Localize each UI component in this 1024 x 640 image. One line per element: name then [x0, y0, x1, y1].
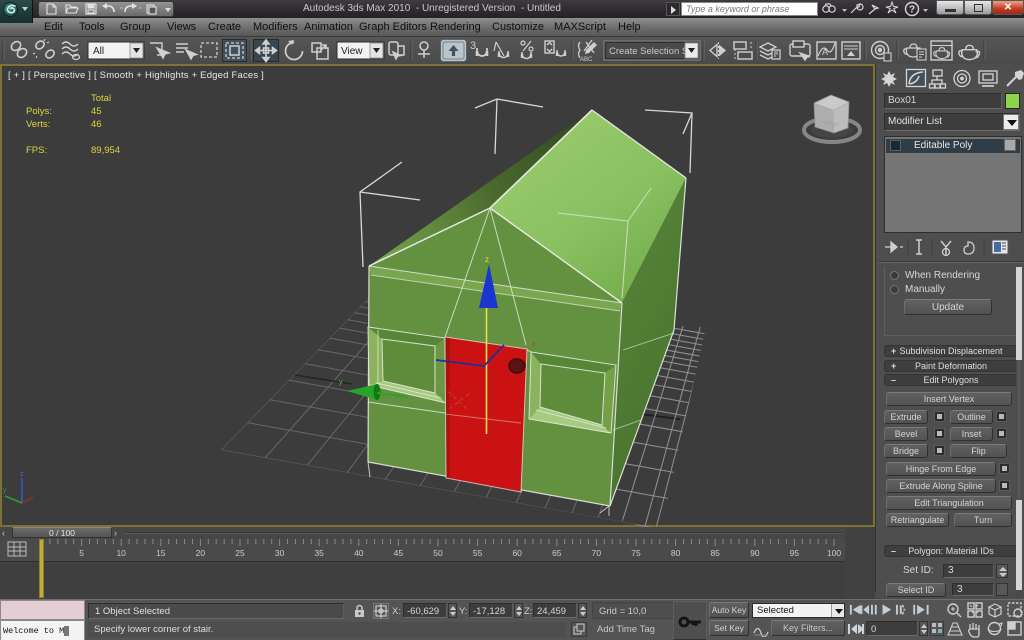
svg-text:60: 60 — [512, 548, 522, 558]
svg-text:3: 3 — [470, 40, 476, 52]
svg-text:15: 15 — [156, 548, 166, 558]
svg-text:70: 70 — [592, 548, 602, 558]
svg-text:65: 65 — [552, 548, 562, 558]
svg-text:75: 75 — [631, 548, 641, 558]
svg-text:55: 55 — [473, 548, 483, 558]
svg-text:35: 35 — [314, 548, 324, 558]
svg-text:View: View — [341, 46, 363, 57]
svg-text:?: ? — [909, 5, 915, 16]
svg-text:A: A — [822, 47, 828, 57]
svg-text:50: 50 — [433, 548, 443, 558]
svg-text:x: x — [532, 341, 536, 348]
svg-text:5: 5 — [79, 548, 84, 558]
svg-text:30: 30 — [275, 548, 285, 558]
svg-text:85: 85 — [710, 548, 720, 558]
svg-text:25: 25 — [235, 548, 245, 558]
svg-text:All: All — [93, 46, 104, 57]
svg-text:45: 45 — [394, 548, 404, 558]
svg-text:10: 10 — [116, 548, 126, 558]
svg-text:40: 40 — [354, 548, 364, 558]
svg-text:20: 20 — [196, 548, 206, 558]
svg-text:95: 95 — [790, 548, 800, 558]
svg-text:Create Selection Se: Create Selection Se — [609, 46, 694, 57]
svg-text:z: z — [20, 471, 24, 478]
svg-text:80: 80 — [671, 548, 681, 558]
svg-text:y: y — [339, 379, 343, 386]
svg-text:90: 90 — [750, 548, 760, 558]
svg-text:100: 100 — [827, 548, 841, 558]
svg-text:z: z — [485, 255, 489, 264]
svg-text:y: y — [3, 487, 7, 494]
svg-text:ABC: ABC — [580, 57, 593, 63]
